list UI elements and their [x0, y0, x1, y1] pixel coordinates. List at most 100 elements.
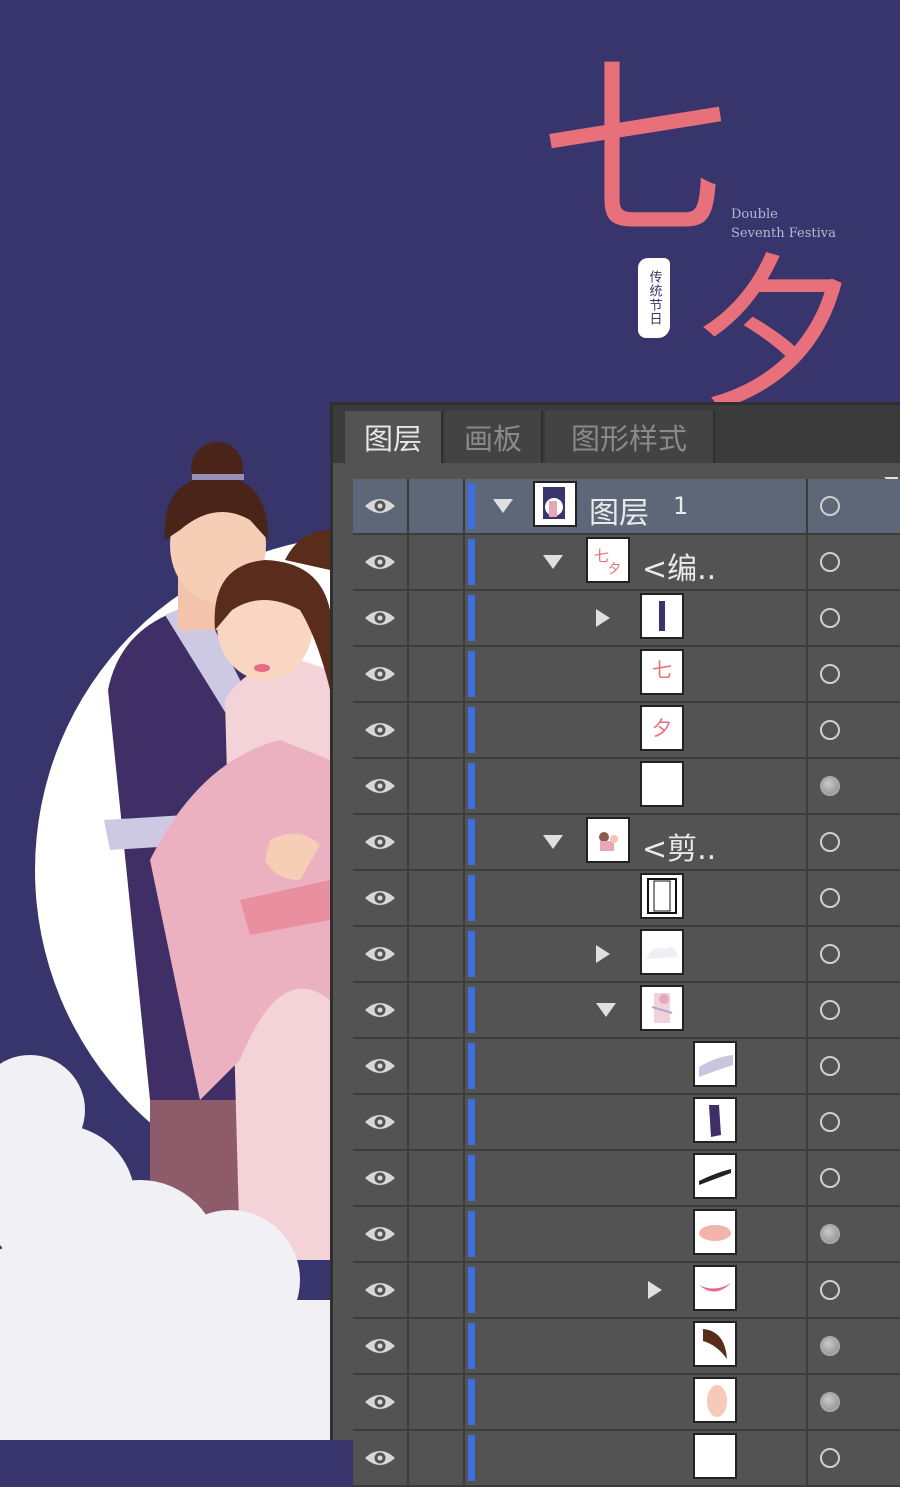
layer-row[interactable]: [353, 1431, 900, 1487]
layer-row[interactable]: [353, 1039, 900, 1095]
lock-toggle[interactable]: [409, 703, 465, 757]
layer-row[interactable]: 图层 1: [353, 479, 900, 535]
target-circle-icon[interactable]: [820, 1392, 840, 1412]
target-circle-icon[interactable]: [820, 1224, 840, 1244]
layer-name-cell[interactable]: [478, 927, 808, 981]
layer-name-cell[interactable]: [478, 871, 808, 925]
target-circle-icon[interactable]: [820, 776, 840, 796]
visibility-eye-icon[interactable]: [353, 703, 409, 757]
lock-toggle[interactable]: [409, 479, 465, 533]
layer-row[interactable]: [353, 1263, 900, 1319]
lock-toggle[interactable]: [409, 647, 465, 701]
target-circle-icon[interactable]: [820, 832, 840, 852]
tab-artboards[interactable]: 画板: [445, 411, 543, 463]
target-circle-icon[interactable]: [820, 496, 840, 516]
target-cell[interactable]: [808, 815, 900, 869]
target-cell[interactable]: [808, 1431, 900, 1485]
visibility-eye-icon[interactable]: [353, 927, 409, 981]
layer-name-cell[interactable]: [478, 1039, 808, 1093]
layer-name-cell[interactable]: [478, 1431, 808, 1485]
target-cell[interactable]: [808, 1263, 900, 1317]
layer-row[interactable]: 七夕 <编..: [353, 535, 900, 591]
target-cell[interactable]: [808, 871, 900, 925]
target-circle-icon[interactable]: [820, 664, 840, 684]
target-circle-icon[interactable]: [820, 552, 840, 572]
layer-row[interactable]: 夕: [353, 703, 900, 759]
visibility-eye-icon[interactable]: [353, 1207, 409, 1261]
visibility-eye-icon[interactable]: [353, 1375, 409, 1429]
target-cell[interactable]: [808, 535, 900, 589]
target-circle-icon[interactable]: [820, 720, 840, 740]
target-cell[interactable]: [808, 1375, 900, 1429]
lock-toggle[interactable]: [409, 1375, 465, 1429]
layer-name-cell[interactable]: 七: [478, 647, 808, 701]
target-cell[interactable]: [808, 479, 900, 533]
layer-row[interactable]: [353, 1207, 900, 1263]
tab-layers[interactable]: 图层: [345, 411, 443, 463]
visibility-eye-icon[interactable]: [353, 1431, 409, 1485]
layer-name-cell[interactable]: [478, 1375, 808, 1429]
target-circle-icon[interactable]: [820, 1000, 840, 1020]
target-cell[interactable]: [808, 647, 900, 701]
target-cell[interactable]: [808, 591, 900, 645]
lock-toggle[interactable]: [409, 983, 465, 1037]
lock-toggle[interactable]: [409, 1207, 465, 1261]
visibility-eye-icon[interactable]: [353, 1319, 409, 1373]
visibility-eye-icon[interactable]: [353, 1095, 409, 1149]
target-circle-icon[interactable]: [820, 1112, 840, 1132]
target-circle-icon[interactable]: [820, 888, 840, 908]
target-cell[interactable]: [808, 1039, 900, 1093]
layer-name-cell[interactable]: 夕: [478, 703, 808, 757]
layer-name-cell[interactable]: 图层 1: [478, 479, 808, 533]
lock-toggle[interactable]: [409, 1431, 465, 1485]
layer-row[interactable]: [353, 1375, 900, 1431]
visibility-eye-icon[interactable]: [353, 1039, 409, 1093]
lock-toggle[interactable]: [409, 1151, 465, 1205]
layer-row[interactable]: [353, 927, 900, 983]
layer-name-cell[interactable]: [478, 1319, 808, 1373]
layer-row[interactable]: [353, 1095, 900, 1151]
layer-row[interactable]: [353, 1319, 900, 1375]
layer-name-cell[interactable]: [478, 1151, 808, 1205]
lock-toggle[interactable]: [409, 1039, 465, 1093]
visibility-eye-icon[interactable]: [353, 591, 409, 645]
target-cell[interactable]: [808, 703, 900, 757]
target-cell[interactable]: [808, 759, 900, 813]
target-circle-icon[interactable]: [820, 608, 840, 628]
target-cell[interactable]: [808, 927, 900, 981]
layer-row[interactable]: [353, 759, 900, 815]
lock-toggle[interactable]: [409, 591, 465, 645]
layer-row[interactable]: 七: [353, 647, 900, 703]
expand-triangle-icon[interactable]: [648, 1281, 662, 1299]
collapse-triangle-icon[interactable]: [543, 555, 563, 569]
target-cell[interactable]: [808, 1319, 900, 1373]
layer-name-cell[interactable]: <剪..: [478, 815, 808, 869]
expand-triangle-icon[interactable]: [596, 945, 610, 963]
target-cell[interactable]: [808, 983, 900, 1037]
layer-row[interactable]: <剪..: [353, 815, 900, 871]
layer-name-cell[interactable]: [478, 1207, 808, 1261]
lock-toggle[interactable]: [409, 815, 465, 869]
layer-name-cell[interactable]: [478, 1095, 808, 1149]
target-cell[interactable]: [808, 1095, 900, 1149]
visibility-eye-icon[interactable]: [353, 759, 409, 813]
layer-row[interactable]: [353, 983, 900, 1039]
visibility-eye-icon[interactable]: [353, 535, 409, 589]
target-circle-icon[interactable]: [820, 1056, 840, 1076]
target-cell[interactable]: [808, 1151, 900, 1205]
lock-toggle[interactable]: [409, 871, 465, 925]
layer-name-cell[interactable]: [478, 983, 808, 1037]
collapse-triangle-icon[interactable]: [493, 499, 513, 513]
layer-row[interactable]: [353, 591, 900, 647]
target-circle-icon[interactable]: [820, 1168, 840, 1188]
visibility-eye-icon[interactable]: [353, 871, 409, 925]
tab-graphic-styles[interactable]: 图形样式: [545, 411, 715, 463]
visibility-eye-icon[interactable]: [353, 983, 409, 1037]
layer-name-cell[interactable]: [478, 591, 808, 645]
expand-triangle-icon[interactable]: [596, 609, 610, 627]
lock-toggle[interactable]: [409, 1319, 465, 1373]
visibility-eye-icon[interactable]: [353, 479, 409, 533]
visibility-eye-icon[interactable]: [353, 815, 409, 869]
visibility-eye-icon[interactable]: [353, 1151, 409, 1205]
lock-toggle[interactable]: [409, 1263, 465, 1317]
